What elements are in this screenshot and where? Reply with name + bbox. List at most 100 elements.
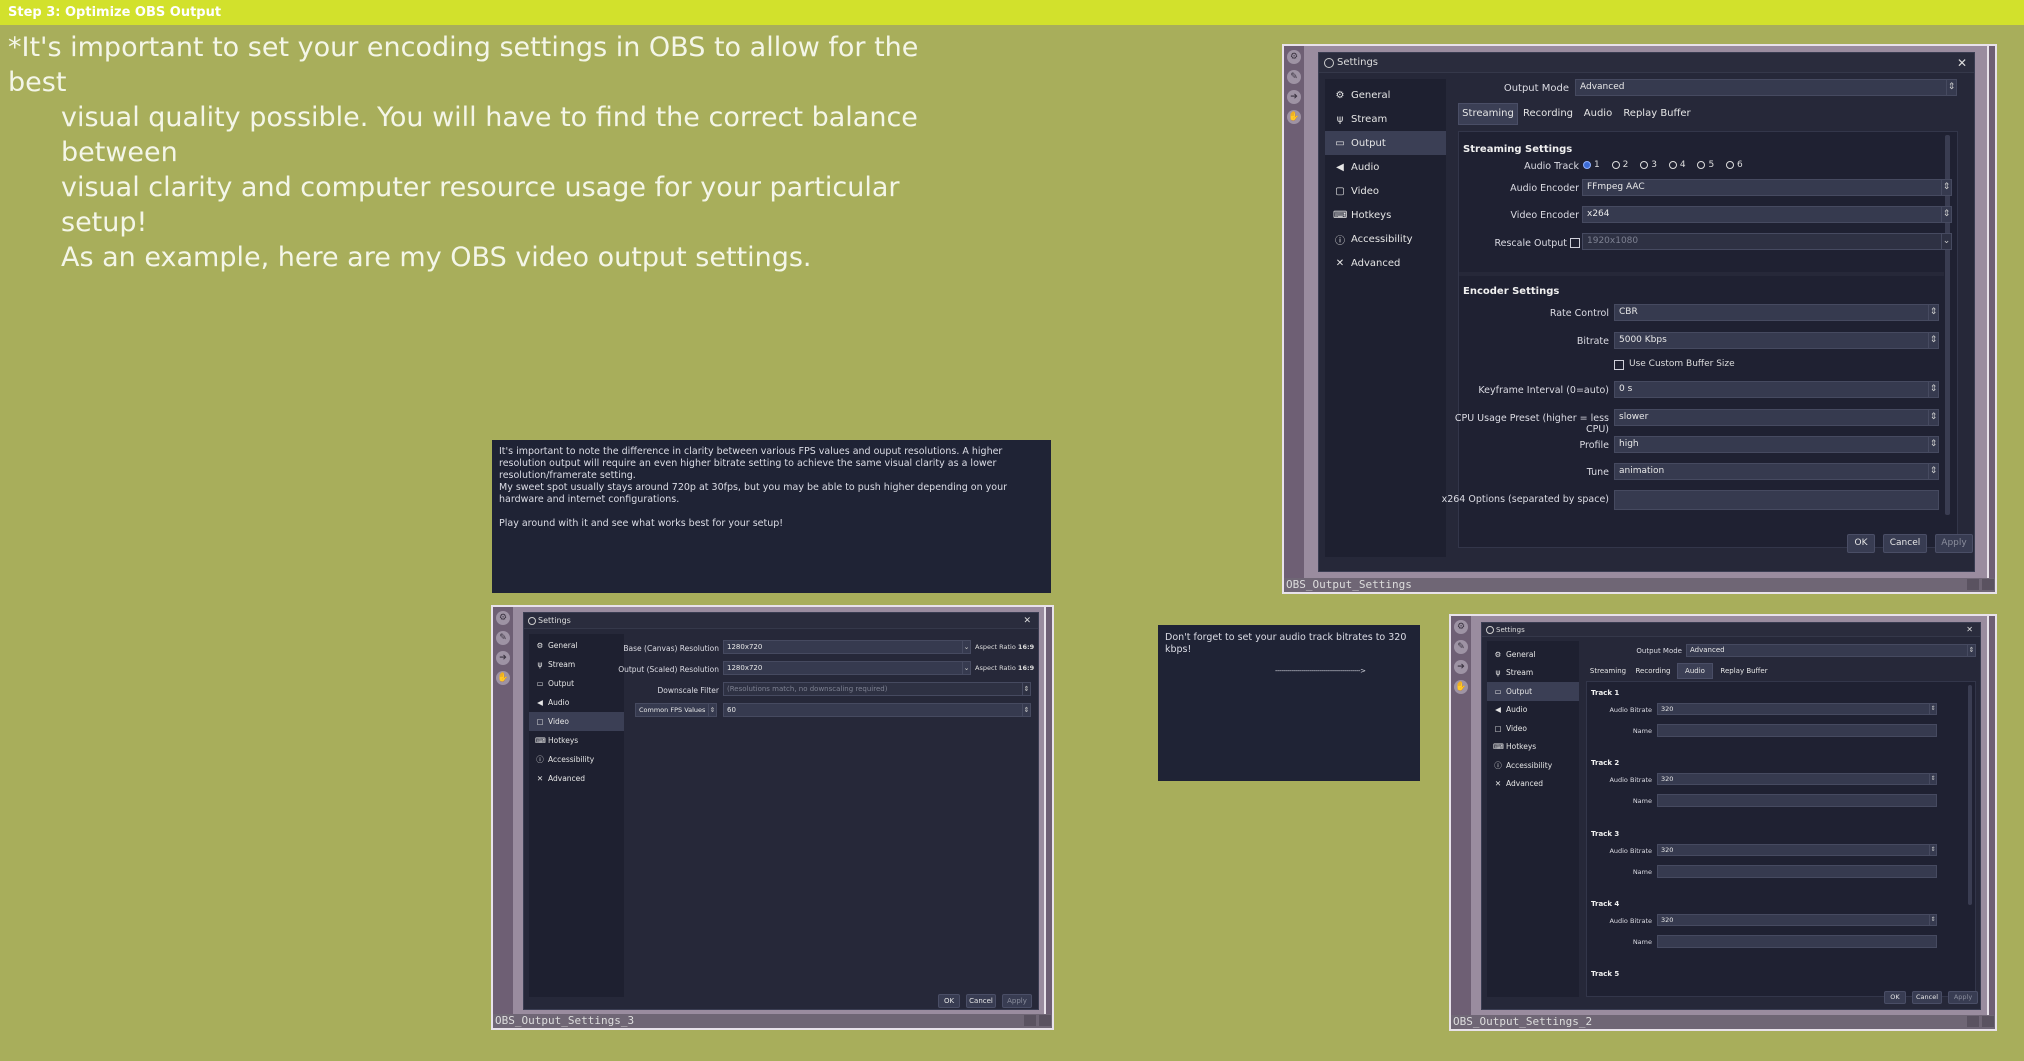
apply-button[interactable]: Apply: [1935, 534, 1973, 553]
fps-type-select[interactable]: Common FPS Values ⇕: [635, 703, 717, 717]
hand-icon[interactable]: ✋: [1454, 680, 1468, 694]
sidebar-item-stream[interactable]: ψ Stream: [1325, 107, 1446, 131]
bitrate-spinbox[interactable]: 5000 Kbps ⇕: [1614, 332, 1939, 349]
sidebar-item-output[interactable]: ▭ Output: [1325, 131, 1446, 155]
x264-options-input[interactable]: [1614, 490, 1939, 510]
sidebar-item-accessibility[interactable]: ⓘ Accessibility: [1487, 756, 1579, 775]
sidebar-item-advanced[interactable]: ✕ Advanced: [1325, 251, 1446, 275]
gear-icon[interactable]: ⚙: [1454, 620, 1468, 634]
sidebar-item-audio[interactable]: ◀ Audio: [1487, 701, 1579, 720]
sidebar-item-hotkeys[interactable]: ⌨ Hotkeys: [1487, 738, 1579, 757]
tab-streaming[interactable]: Streaming: [1586, 663, 1630, 679]
base-resolution-select[interactable]: 1280x720 ⌄: [723, 640, 971, 654]
sidebar-item-advanced[interactable]: ✕ Advanced: [1487, 775, 1579, 794]
cancel-button[interactable]: Cancel: [966, 994, 996, 1008]
close-icon[interactable]: ✕: [1023, 613, 1031, 629]
pen-icon[interactable]: ✎: [1287, 70, 1301, 84]
tab-replay-buffer[interactable]: Replay Buffer: [1716, 663, 1772, 679]
radio-track-3[interactable]: [1640, 160, 1649, 169]
radio-track-4[interactable]: [1668, 160, 1677, 169]
sidebar-item-video[interactable]: ▢ Video: [529, 712, 624, 731]
tune-select[interactable]: animation ⇕: [1614, 463, 1939, 480]
rescale-output-select[interactable]: 1920x1080 ⌄: [1582, 233, 1952, 250]
track-2-name-input[interactable]: [1657, 794, 1937, 807]
ok-button[interactable]: OK: [1884, 991, 1906, 1004]
close-icon[interactable]: ✕: [1966, 623, 1973, 637]
gear-icon[interactable]: ⚙: [1287, 50, 1301, 64]
caption-button[interactable]: [1039, 1015, 1051, 1026]
profile-select[interactable]: high ⇕: [1614, 436, 1939, 453]
video-encoder-select[interactable]: x264 ⇕: [1582, 206, 1952, 223]
sidebar-item-advanced[interactable]: ✕ Advanced: [529, 769, 624, 788]
sidebar-item-video[interactable]: ▢ Video: [1487, 719, 1579, 738]
sidebar-item-output[interactable]: ▭ Output: [1487, 682, 1579, 701]
radio-track-1[interactable]: [1583, 160, 1591, 169]
rate-control-select[interactable]: CBR ⇕: [1614, 304, 1939, 321]
tab-audio[interactable]: Audio: [1578, 103, 1618, 125]
tab-audio[interactable]: Audio: [1677, 663, 1713, 679]
ok-button[interactable]: OK: [1847, 534, 1875, 553]
custom-buffer-checkbox[interactable]: [1614, 360, 1624, 370]
output-mode-select[interactable]: Advanced ⇕: [1686, 644, 1976, 657]
frame-scrollbar[interactable]: [1987, 616, 1995, 1015]
cancel-button[interactable]: Cancel: [1883, 534, 1927, 553]
caption-button[interactable]: [1982, 579, 1994, 590]
caption-button[interactable]: [1967, 579, 1979, 590]
sidebar-item-accessibility[interactable]: ⓘ Accessibility: [1325, 227, 1446, 251]
sidebar-item-stream[interactable]: ψ Stream: [1487, 664, 1579, 683]
tab-recording[interactable]: Recording: [1632, 663, 1674, 679]
fps-value-select[interactable]: 60 ⇕: [723, 703, 1031, 717]
tab-replay-buffer[interactable]: Replay Buffer: [1621, 103, 1693, 125]
sidebar-item-general[interactable]: ⚙ General: [1487, 645, 1579, 664]
sidebar-item-audio[interactable]: ◀ Audio: [1325, 155, 1446, 179]
pen-icon[interactable]: ✎: [496, 631, 510, 645]
pen-icon[interactable]: ✎: [1454, 640, 1468, 654]
output-resolution-select[interactable]: 1280x720 ⌄: [723, 661, 971, 675]
track-1-bitrate-select[interactable]: 320 ⇕: [1657, 703, 1937, 715]
caption-button[interactable]: [1982, 1016, 1994, 1027]
track-3-bitrate-select[interactable]: 320 ⇕: [1657, 844, 1937, 856]
track-3-name-input[interactable]: [1657, 865, 1937, 878]
downscale-filter-select[interactable]: (Resolutions match, no downscaling requi…: [723, 682, 1031, 696]
caption-text: OBS_Output_Settings: [1286, 578, 1412, 591]
track-4-name-input[interactable]: [1657, 935, 1937, 948]
rescale-output-checkbox[interactable]: [1570, 238, 1580, 248]
sidebar-item-hotkeys[interactable]: ⌨ Hotkeys: [1325, 203, 1446, 227]
arrow-icon[interactable]: ➔: [1287, 90, 1301, 104]
hand-icon[interactable]: ✋: [1287, 110, 1301, 124]
audio-encoder-select[interactable]: FFmpeg AAC ⇕: [1582, 179, 1952, 196]
panel-scrollbar[interactable]: [1968, 685, 1972, 905]
arrow-icon[interactable]: ➔: [1454, 660, 1468, 674]
sidebar-item-hotkeys[interactable]: ⌨ Hotkeys: [529, 731, 624, 750]
output-mode-label: Output Mode: [1503, 83, 1569, 94]
output-mode-select[interactable]: Advanced ⇕: [1575, 79, 1957, 96]
close-icon[interactable]: ✕: [1957, 53, 1967, 73]
sidebar-item-accessibility[interactable]: ⓘ Accessibility: [529, 750, 624, 769]
frame-scrollbar[interactable]: [1987, 46, 1995, 578]
track-1-name-input[interactable]: [1657, 724, 1937, 737]
cpu-preset-select[interactable]: slower ⇕: [1614, 409, 1939, 426]
radio-track-5[interactable]: [1697, 160, 1706, 169]
tab-recording[interactable]: Recording: [1520, 103, 1576, 125]
cancel-button[interactable]: Cancel: [1912, 991, 1942, 1004]
arrow-icon[interactable]: ➔: [496, 651, 510, 665]
radio-track-2[interactable]: [1611, 160, 1620, 169]
caption-button[interactable]: [1967, 1016, 1979, 1027]
caption-button[interactable]: [1024, 1015, 1036, 1026]
track-2-bitrate-select[interactable]: 320 ⇕: [1657, 773, 1937, 785]
apply-button[interactable]: Apply: [1002, 994, 1032, 1008]
hand-icon[interactable]: ✋: [496, 671, 510, 685]
ok-button[interactable]: OK: [938, 994, 960, 1008]
frame-scrollbar[interactable]: [1044, 607, 1052, 1014]
gear-icon[interactable]: ⚙: [496, 611, 510, 625]
sidebar-item-output[interactable]: ▭ Output: [529, 674, 624, 693]
sidebar-item-general[interactable]: ⚙ General: [529, 636, 624, 655]
tab-streaming[interactable]: Streaming: [1458, 103, 1518, 125]
keyframe-spinbox[interactable]: 0 s ⇕: [1614, 381, 1939, 398]
sidebar-item-general[interactable]: ⚙ General: [1325, 83, 1446, 107]
track-4-bitrate-select[interactable]: 320 ⇕: [1657, 914, 1937, 926]
apply-button[interactable]: Apply: [1948, 991, 1978, 1004]
radio-track-6[interactable]: [1726, 160, 1735, 169]
sidebar-item-audio[interactable]: ◀ Audio: [529, 693, 624, 712]
sidebar-item-video[interactable]: ▢ Video: [1325, 179, 1446, 203]
